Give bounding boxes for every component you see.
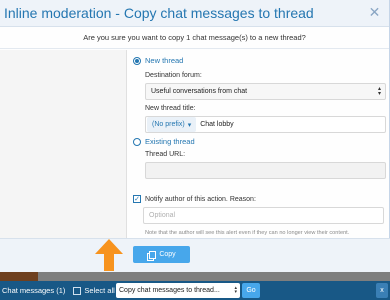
select-all-label: Select all — [84, 286, 115, 295]
notify-author-checkbox[interactable]: ✓ Notify author of this action. Reason: — [133, 195, 256, 203]
bar-close-button[interactable]: x — [376, 283, 388, 298]
confirm-text: Are you sure you want to copy 1 chat mes… — [83, 33, 306, 42]
existing-thread-label: Existing thread — [145, 137, 195, 146]
copy-icon — [147, 250, 157, 261]
copy-to-thread-modal: Inline moderation - Copy chat messages t… — [0, 0, 390, 272]
existing-thread-radio[interactable]: Existing thread — [133, 137, 195, 146]
copy-button-label: Copy — [159, 251, 176, 258]
new-thread-title-label: New thread title: — [145, 105, 196, 112]
bar-title: Chat messages (1) — [2, 286, 66, 295]
destination-forum-select[interactable]: Useful conversations from chat ▴ ▾ — [145, 83, 386, 100]
radio-icon — [133, 56, 141, 65]
modal-header: Inline moderation - Copy chat messages t… — [0, 0, 389, 27]
confirm-row: Are you sure you want to copy 1 chat mes… — [0, 27, 389, 49]
prefix-value: (No prefix) — [152, 121, 185, 128]
action-value: Copy chat messages to thread... — [119, 287, 220, 294]
thread-url-label: Thread URL: — [145, 151, 186, 158]
notify-label: Notify author of this action. Reason: — [145, 195, 256, 203]
prefix-dropdown[interactable]: (No prefix) ▾ — [147, 117, 197, 132]
arrow-up-icon — [95, 239, 123, 271]
modal-footer: Copy — [0, 238, 390, 272]
select-arrows-icon: ▴ ▾ — [377, 86, 381, 97]
destination-forum-label: Destination forum: — [145, 72, 202, 79]
select-all-checkbox[interactable]: Select all — [73, 286, 115, 295]
select-arrows-icon: ▴ ▾ — [234, 285, 237, 295]
reason-placeholder: Optional — [149, 212, 176, 219]
left-pane — [0, 50, 127, 238]
new-thread-label: New thread — [145, 56, 184, 65]
new-thread-radio[interactable]: New thread — [133, 56, 183, 65]
go-button[interactable]: Go — [242, 283, 260, 298]
thread-url-input[interactable] — [145, 162, 386, 179]
modal-title: Inline moderation - Copy chat messages t… — [4, 5, 314, 21]
close-icon[interactable]: ✕ — [368, 5, 381, 19]
chevron-down-icon: ▾ — [187, 121, 192, 129]
thread-title-input[interactable]: (No prefix) ▾ Chat lobby — [145, 116, 386, 133]
inline-mod-bar: Chat messages (1) Select all Copy chat m… — [0, 281, 390, 300]
checkbox-checked-icon: ✓ — [133, 195, 141, 203]
radio-icon — [133, 137, 141, 146]
destination-forum-value: Useful conversations from chat — [151, 88, 248, 95]
checkbox-icon — [73, 286, 82, 295]
action-select[interactable]: Copy chat messages to thread... ▴ ▾ — [116, 283, 240, 298]
notify-note: Note that the author will see this alert… — [145, 230, 350, 236]
thread-title-value: Chat lobby — [200, 121, 234, 128]
copy-button[interactable]: Copy — [133, 246, 190, 263]
reason-input[interactable]: Optional — [143, 207, 384, 224]
